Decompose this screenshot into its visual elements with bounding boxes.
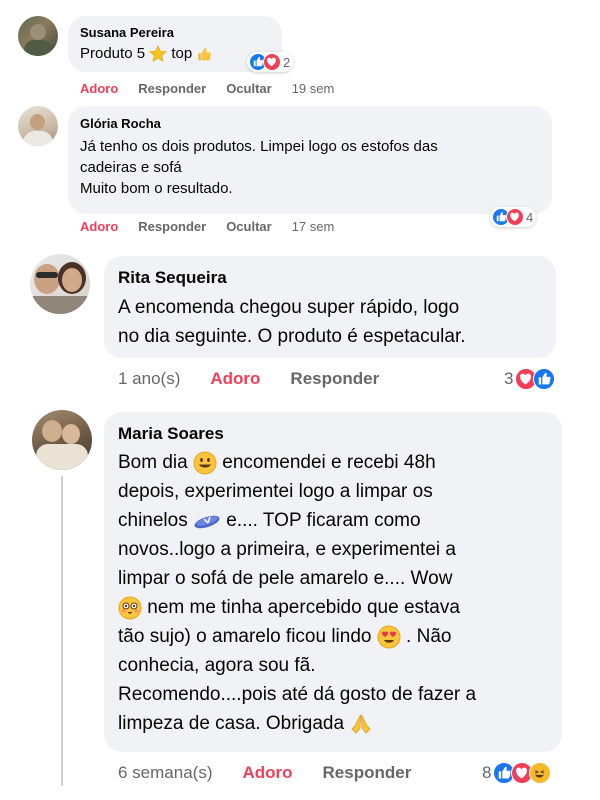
comment-bubble: Rita Sequeira A encomenda chegou super r… — [104, 256, 556, 358]
comment-text: Bom dia encomendei e recebi 48h depois, … — [118, 448, 548, 738]
comment-author[interactable]: Glória Rocha — [80, 116, 540, 131]
love-icon — [506, 208, 524, 226]
love-reaction-button[interactable]: Adoro — [80, 81, 118, 96]
smiley-emoji-icon — [193, 451, 217, 475]
star-emoji-icon — [149, 45, 168, 63]
heart-eyes-emoji-icon — [377, 625, 401, 649]
comment-text-line: limpeza de casa. Obrigada — [118, 709, 548, 738]
reaction-count: 3 — [504, 369, 514, 388]
comment-bubble: Glória Rocha Já tenho os dois produtos. … — [68, 106, 552, 214]
reply-button[interactable]: Responder — [290, 369, 379, 389]
comment-actions: 1 ano(s) Adoro Responder — [118, 369, 379, 389]
comment-text-line: cadeiras e sofá — [80, 159, 182, 176]
timestamp[interactable]: 1 ano(s) — [118, 369, 180, 389]
timestamp[interactable]: 6 semana(s) — [118, 763, 212, 783]
comment-author[interactable]: Rita Sequeira — [118, 268, 542, 288]
comment-text: Produto 5 top — [80, 45, 270, 63]
reply-button[interactable]: Responder — [138, 81, 206, 96]
reply-button[interactable]: Responder — [323, 763, 412, 783]
comment-actions: Adoro Responder Ocultar 17 sem — [80, 219, 334, 234]
comment-text-line: depois, experimentei logo a limpar os — [118, 481, 433, 502]
love-reaction-button[interactable]: Adoro — [80, 219, 118, 234]
comment-text-line: A encomenda chegou super rápido, logo — [118, 297, 460, 318]
avatar[interactable] — [18, 16, 58, 56]
comment-text-line: novos..logo a primeira, e experimentei a — [118, 539, 456, 560]
reaction-summary[interactable]: 2 — [247, 52, 294, 72]
love-reaction-button[interactable]: Adoro — [242, 763, 292, 783]
reaction-count: 8 — [482, 763, 492, 782]
love-icon — [263, 53, 281, 71]
flip-flop-emoji-icon — [194, 515, 220, 529]
reaction-count: 4 — [526, 209, 534, 225]
comment-text-line: conhecia, agora sou fã. — [118, 655, 316, 676]
comment-text-line: tão sujo) o amarelo ficou lindo . Não — [118, 625, 452, 649]
timestamp[interactable]: 19 sem — [292, 81, 335, 96]
avatar[interactable] — [18, 106, 58, 146]
thumbs-up-emoji-icon — [198, 47, 212, 61]
reaction-summary[interactable]: 8 — [480, 762, 552, 784]
reaction-summary[interactable]: 4 — [490, 207, 537, 227]
folded-hands-emoji-icon — [351, 714, 371, 734]
timestamp[interactable]: 17 sem — [292, 219, 335, 234]
comment-text-line: limpar o sofá de pele amarelo e.... Wow — [118, 568, 453, 589]
reaction-summary[interactable]: 3 — [502, 368, 556, 390]
comment-text-line: nem me tinha apercebido que estava — [118, 593, 548, 622]
comment-actions: Adoro Responder Ocultar 19 sem — [80, 81, 334, 96]
avatar[interactable] — [30, 254, 90, 314]
comment-text-line: Bom dia encomendei e recebi 48h — [118, 451, 436, 475]
comment-bubble: Maria Soares Bom dia encomendei e recebi… — [104, 412, 562, 752]
hide-button[interactable]: Ocultar — [226, 219, 272, 234]
comment-author[interactable]: Susana Pereira — [80, 25, 270, 40]
comment-text-line: chinelos e.... TOP ficaram como — [118, 510, 421, 531]
flushed-emoji-icon — [118, 596, 142, 620]
comment-text-line: Muito bom o resultado. — [80, 180, 233, 197]
reply-button[interactable]: Responder — [138, 219, 206, 234]
like-icon — [533, 368, 556, 390]
love-reaction-button[interactable]: Adoro — [210, 369, 260, 389]
comment-text-line: no dia seguinte. O produto é espetacular… — [118, 326, 466, 347]
reaction-count: 2 — [283, 54, 291, 70]
comment-author[interactable]: Maria Soares — [118, 424, 548, 444]
hide-button[interactable]: Ocultar — [226, 81, 272, 96]
comment-text-line: Já tenho os dois produtos. Limpei logo o… — [80, 138, 438, 155]
thread-line — [61, 476, 63, 786]
avatar[interactable] — [32, 410, 92, 470]
comment-text-line: Recomendo....pois até dá gosto de fazer … — [118, 684, 477, 705]
haha-icon — [529, 762, 552, 784]
comment-actions: 6 semana(s) Adoro Responder — [118, 763, 411, 783]
